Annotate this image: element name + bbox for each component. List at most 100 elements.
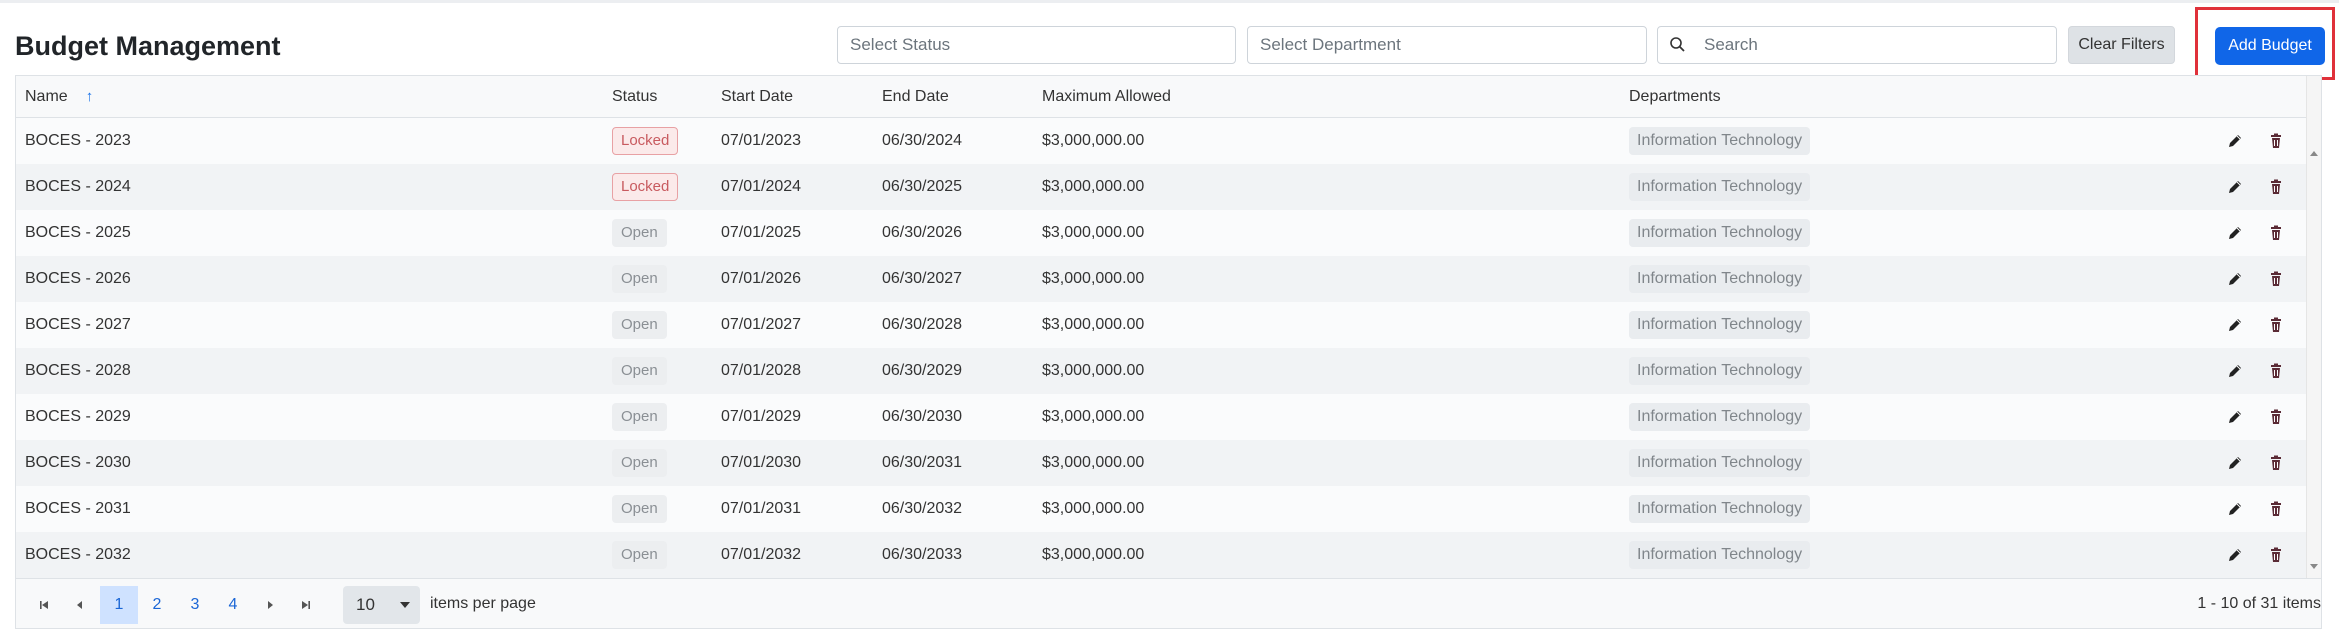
table-row[interactable]: BOCES - 2028 Open 07/01/2028 06/30/2029 $3,0… xyxy=(16,348,2306,394)
edit-icon[interactable] xyxy=(2225,499,2245,519)
cell-maximum-allowed: $3,000,000.00 xyxy=(1042,408,1145,425)
table-row[interactable]: BOCES - 2030 Open 07/01/2030 06/30/2031 $3,0… xyxy=(16,440,2306,486)
next-page-button[interactable] xyxy=(252,587,288,623)
trash-icon[interactable] xyxy=(2266,407,2286,427)
trash-icon[interactable] xyxy=(2266,361,2286,381)
cell-start-date: 07/01/2023 xyxy=(721,132,802,149)
department-filter-select[interactable]: Select Department xyxy=(1247,26,1647,64)
scroll-down-icon[interactable] xyxy=(2310,564,2318,569)
table-row[interactable]: BOCES - 2029 Open 07/01/2029 06/30/2030 $3,0… xyxy=(16,394,2306,440)
clear-filters-button[interactable]: Clear Filters xyxy=(2068,26,2175,64)
search-placeholder: Search xyxy=(1704,35,1758,54)
trash-icon[interactable] xyxy=(2266,177,2286,197)
column-header-departments[interactable]: Departments xyxy=(1629,76,1721,118)
trash-icon[interactable] xyxy=(2266,453,2286,473)
cell-departments: Information Technology xyxy=(1629,486,1811,532)
pager: 1 2 3 4 10 items per page 1 - 10 of 31 i… xyxy=(16,578,2321,628)
column-header-status[interactable]: Status xyxy=(612,76,657,118)
cell-departments: Information Technology xyxy=(1629,302,1811,348)
edit-icon[interactable] xyxy=(2225,361,2245,381)
edit-icon[interactable] xyxy=(2225,453,2245,473)
cell-end-date: 06/30/2027 xyxy=(882,270,963,287)
cell-end-date: 06/30/2031 xyxy=(882,454,963,471)
cell-start-date: 07/01/2032 xyxy=(721,546,802,563)
page-size-select[interactable]: 10 xyxy=(343,586,420,624)
column-header-maximum-allowed[interactable]: Maximum Allowed xyxy=(1042,76,1171,118)
page-number-3[interactable]: 3 xyxy=(176,586,214,624)
trash-icon[interactable] xyxy=(2266,545,2286,565)
table-row[interactable]: BOCES - 2024 Locked 07/01/2024 06/30/2025 $3… xyxy=(16,164,2306,210)
table-row[interactable]: BOCES - 2032 Open 07/01/2032 06/30/2033 $3,0… xyxy=(16,532,2306,578)
page-number-1[interactable]: 1 xyxy=(100,586,138,624)
edit-icon[interactable] xyxy=(2225,545,2245,565)
edit-icon[interactable] xyxy=(2225,131,2245,151)
search-input[interactable]: Search xyxy=(1657,26,2057,64)
trash-icon[interactable] xyxy=(2266,269,2286,289)
trash-icon[interactable] xyxy=(2266,131,2286,151)
vertical-scrollbar[interactable] xyxy=(2306,76,2321,578)
cell-end-date: 06/30/2024 xyxy=(882,132,963,149)
cell-departments: Information Technology xyxy=(1629,440,1811,486)
previous-page-button[interactable] xyxy=(62,587,98,623)
department-tag: Information Technology xyxy=(1629,494,1811,523)
edit-icon[interactable] xyxy=(2225,177,2245,197)
sort-ascending-icon: ↑ xyxy=(85,88,94,105)
column-header-end-date[interactable]: End Date xyxy=(882,76,949,118)
cell-name: BOCES - 2027 xyxy=(25,316,131,333)
first-page-icon xyxy=(40,601,48,609)
status-filter-select[interactable]: Select Status xyxy=(837,26,1236,64)
cell-name: BOCES - 2026 xyxy=(25,270,131,287)
table-row[interactable]: BOCES - 2031 Open 07/01/2031 06/30/2032 $3,0… xyxy=(16,486,2306,532)
cell-start-date: 07/01/2030 xyxy=(721,454,802,471)
page-number-4[interactable]: 4 xyxy=(214,586,252,624)
edit-icon[interactable] xyxy=(2225,407,2245,427)
table-row[interactable]: BOCES - 2025 Open 07/01/2025 06/30/2026 $3,0… xyxy=(16,210,2306,256)
cell-name: BOCES - 2029 xyxy=(25,408,131,425)
column-header-start-date[interactable]: Start Date xyxy=(721,76,793,118)
cell-departments: Information Technology xyxy=(1629,348,1811,394)
column-header-name[interactable]: Name ↑ xyxy=(25,76,93,118)
cell-departments: Information Technology xyxy=(1629,532,1811,578)
cell-status: Open xyxy=(612,256,667,302)
status-badge: Open xyxy=(612,356,667,385)
trash-icon[interactable] xyxy=(2266,499,2286,519)
cell-end-date: 06/30/2026 xyxy=(882,224,963,241)
status-badge: Open xyxy=(612,402,667,431)
cell-name: BOCES - 2025 xyxy=(25,224,131,241)
cell-name: BOCES - 2030 xyxy=(25,454,131,471)
cell-end-date: 06/30/2030 xyxy=(882,408,963,425)
cell-departments: Information Technology xyxy=(1629,256,1811,302)
cell-maximum-allowed: $3,000,000.00 xyxy=(1042,546,1145,563)
status-badge: Open xyxy=(612,264,667,293)
cell-status: Open xyxy=(612,440,667,486)
edit-icon[interactable] xyxy=(2225,269,2245,289)
first-page-button[interactable] xyxy=(26,587,62,623)
cell-maximum-allowed: $3,000,000.00 xyxy=(1042,178,1145,195)
cell-departments: Information Technology xyxy=(1629,118,1811,164)
cell-status: Locked xyxy=(612,164,679,210)
status-badge: Open xyxy=(612,448,667,477)
previous-page-icon xyxy=(77,601,82,609)
table-row[interactable]: BOCES - 2023 Locked 07/01/2023 06/30/2024 $3… xyxy=(16,118,2306,164)
scroll-up-icon[interactable] xyxy=(2310,151,2318,156)
table-row[interactable]: BOCES - 2027 Open 07/01/2027 06/30/2028 $3,0… xyxy=(16,302,2306,348)
cell-maximum-allowed: $3,000,000.00 xyxy=(1042,270,1145,287)
status-badge: Open xyxy=(612,494,667,523)
pager-summary: 1 - 10 of 31 items xyxy=(2197,595,2321,612)
cell-status: Open xyxy=(612,394,667,440)
budget-grid: Name ↑ Status Start Date End Date Maximum… xyxy=(15,75,2322,629)
cell-name: BOCES - 2024 xyxy=(25,178,131,195)
cell-end-date: 06/30/2028 xyxy=(882,316,963,333)
cell-name: BOCES - 2023 xyxy=(25,132,131,149)
cell-maximum-allowed: $3,000,000.00 xyxy=(1042,362,1145,379)
add-budget-button[interactable]: Add Budget xyxy=(2215,27,2325,65)
cell-maximum-allowed: $3,000,000.00 xyxy=(1042,500,1145,517)
last-page-button[interactable] xyxy=(288,587,324,623)
cell-maximum-allowed: $3,000,000.00 xyxy=(1042,132,1145,149)
page-number-2[interactable]: 2 xyxy=(138,586,176,624)
trash-icon[interactable] xyxy=(2266,223,2286,243)
edit-icon[interactable] xyxy=(2225,223,2245,243)
table-row[interactable]: BOCES - 2026 Open 07/01/2026 06/30/2027 $3,0… xyxy=(16,256,2306,302)
edit-icon[interactable] xyxy=(2225,315,2245,335)
trash-icon[interactable] xyxy=(2266,315,2286,335)
